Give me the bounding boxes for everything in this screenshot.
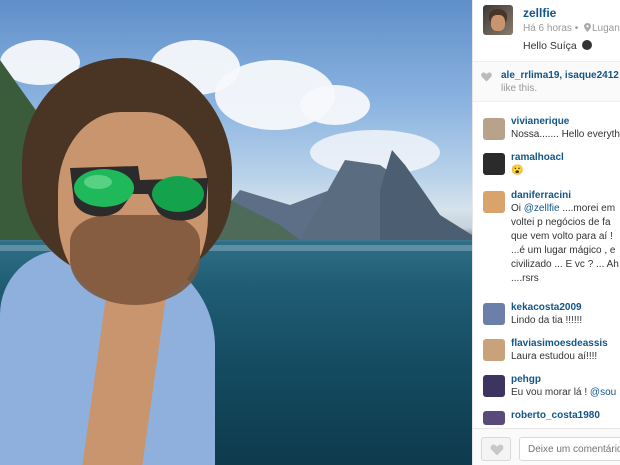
like-button[interactable] [481, 437, 511, 461]
post-header: zellfie Há 6 horas • Lugan Hello Suíça [473, 0, 620, 62]
comment-text: voltei p negócios de fa [511, 217, 611, 228]
post-location[interactable]: Lugan [592, 23, 620, 34]
post-meta: Há 6 horas • Lugan [523, 23, 620, 34]
comment-item: ramalhoacl 😮 [473, 151, 620, 189]
commenter-avatar[interactable] [483, 118, 505, 140]
post-caption: Hello Suíça [523, 40, 592, 52]
owner-username[interactable]: zellfie [523, 6, 556, 20]
comment-item: flaviasimoesdeassis Laura estudou aí!!!! [473, 337, 620, 373]
post-time[interactable]: Há 6 horas [523, 23, 572, 34]
comment-text: Oi @zellfie ....morei em [511, 202, 620, 216]
sunglasses-emoji-icon [581, 40, 592, 50]
comment-text-part: Eu vou morar lá ! [511, 387, 590, 398]
comment-text: Lindo da tia !!!!!! [511, 315, 583, 326]
comment-username[interactable]: vivianerique [511, 115, 620, 128]
comment-username[interactable]: pehgp [511, 373, 620, 386]
comment-username[interactable]: daniferracini [511, 189, 620, 202]
commenter-avatar[interactable] [483, 303, 505, 325]
comment-text: ....rsrs [511, 273, 539, 284]
comment-username[interactable]: roberto_costa1980 [511, 409, 620, 422]
comment-input[interactable] [519, 437, 620, 461]
mention-link[interactable]: @sou [590, 387, 616, 398]
heart-icon [481, 72, 492, 82]
comment-text: 😮 [511, 165, 524, 176]
comment-footer [473, 428, 620, 465]
comments-list: vivianerique Nossa....... Hello everyth … [473, 108, 620, 429]
comment-text: Nossa....... Hello everyth [511, 129, 620, 140]
commenter-avatar[interactable] [483, 339, 505, 361]
likes-row: ale_rrlima19, isaque2412 like this. [473, 62, 620, 102]
commenter-avatar[interactable] [483, 375, 505, 397]
comment-item: roberto_costa1980 [473, 409, 620, 429]
post-sidebar: zellfie Há 6 horas • Lugan Hello Suíça a… [472, 0, 620, 465]
likers-list[interactable]: ale_rrlima19, isaque2412 [501, 70, 619, 81]
sunglasses [70, 166, 208, 221]
beard [70, 215, 200, 305]
comment-text-part: ....morei em [559, 203, 616, 214]
comment-text: que vem volto para aí ! [511, 231, 613, 242]
comment-item: pehgp Eu vou morar lá ! @sou [473, 373, 620, 409]
comment-item: vivianerique Nossa....... Hello everyth [473, 115, 620, 151]
commenter-avatar[interactable] [483, 191, 505, 213]
comment-item: daniferracini Oi @zellfie ....morei em v… [473, 189, 620, 301]
owner-avatar[interactable] [483, 5, 513, 35]
comment-text: civilizado ... E vc ? ... Ah [511, 259, 619, 270]
comment-username[interactable]: kekacosta2009 [511, 301, 620, 314]
comment-username[interactable]: flaviasimoesdeassis [511, 337, 620, 350]
comment-item: kekacosta2009 Lindo da tia !!!!!! [473, 301, 620, 337]
heart-outline-icon [490, 444, 504, 456]
comment-text: ...é um lugar mágico , e [511, 245, 616, 256]
commenter-avatar[interactable] [483, 153, 505, 175]
comment-username[interactable]: ramalhoacl [511, 151, 620, 164]
comment-text: Eu vou morar lá ! @sou [511, 386, 620, 400]
post-photo[interactable] [0, 0, 472, 465]
comment-text: Laura estudou aí!!!! [511, 351, 598, 362]
mention-link[interactable]: @zellfie [524, 203, 560, 214]
location-pin-icon [583, 23, 591, 32]
caption-text: Hello Suíça [523, 40, 577, 52]
likes-suffix: like this. [501, 83, 538, 94]
comment-text-part: Oi [511, 203, 524, 214]
commenter-avatar[interactable] [483, 411, 505, 425]
